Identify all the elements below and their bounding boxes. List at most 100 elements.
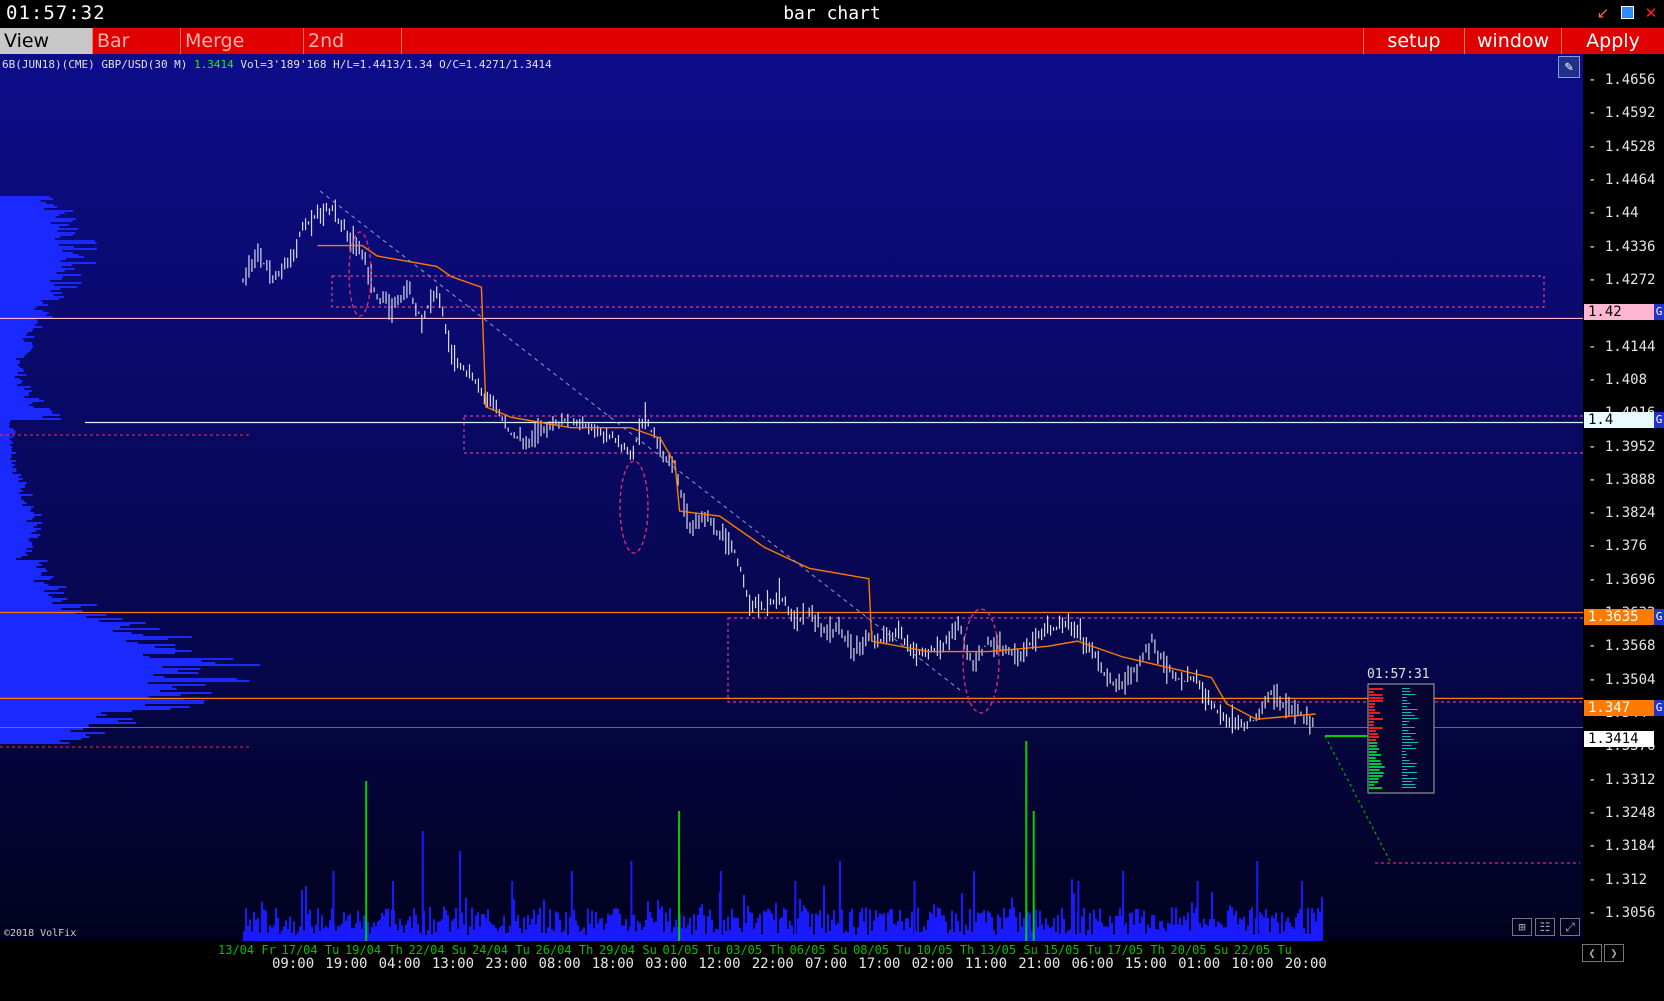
profile-bar [0,650,192,652]
volume-bar [1251,907,1253,941]
volume-bar [927,920,929,941]
volume-bar [1019,912,1021,941]
price-tick: - 1.4592 [1588,105,1656,122]
profile-bar [0,676,165,678]
volume-bar [1127,934,1129,941]
volume-bar [1295,917,1297,941]
volume-bar [895,924,897,941]
volume-bar [1239,918,1241,941]
profile-bar [0,478,23,480]
volume-bar [851,908,853,941]
profile-bar [0,204,54,206]
menu-window[interactable]: window [1465,28,1562,54]
volume-bar [409,916,411,941]
volume-bar [515,920,517,941]
level-label-13635: 1.3635 [1584,609,1654,625]
menu-2nd-chart[interactable]: 2nd Chart [304,28,402,78]
menu-setup[interactable]: setup [1363,28,1465,54]
scroll-left-icon[interactable]: ❮ [1582,944,1602,962]
volume-bar [779,918,781,941]
minimize-icon[interactable]: ↙ [1596,6,1610,21]
mini-dom-bid [1369,694,1383,696]
volume-bar [441,919,443,941]
mini-dom-ask [1402,778,1418,779]
volume-bar [917,907,919,941]
volume-peak [1196,881,1199,941]
volume-bar [1231,907,1233,941]
volume-bar [991,917,993,941]
profile-bar [0,742,70,744]
volume-bar [753,928,755,941]
profile-bar [0,680,250,682]
level-g-14[interactable]: G [1654,412,1664,428]
volume-bar [1207,925,1209,941]
profile-bar [0,236,61,238]
volume-bar [625,919,627,941]
profile-bar [0,268,75,270]
volume-bar [901,921,903,941]
pencil-icon[interactable]: ✎ [1558,56,1580,78]
menu-apply[interactable]: Apply [1562,28,1664,54]
restore-icon[interactable] [1620,6,1634,20]
volume-bar [543,899,545,941]
menu-merge-contr[interactable]: Merge Contr [181,28,304,78]
mini-dom-ask [1402,772,1418,773]
profile-bar [0,728,83,730]
scroll-right-icon[interactable]: ❯ [1604,944,1624,962]
grid-icon[interactable]: ⊞ [1512,918,1532,936]
profile-bar [0,334,27,336]
time-label: 15:00 [1124,956,1167,972]
volume-bar [829,930,831,941]
volume-bar [1173,924,1175,941]
volume-bar [747,905,749,941]
profile-bar [0,644,176,646]
volume-bar [599,918,601,941]
level-g-1347[interactable]: G [1654,700,1664,716]
profile-bar [0,616,87,618]
volume-bar [451,920,453,941]
profile-bar [0,530,37,532]
level-g-13635[interactable]: G [1654,609,1664,625]
mini-dom-ask [1402,781,1413,782]
time-label: 13:00 [431,956,475,972]
palette-icon[interactable]: ☷ [1535,918,1555,936]
copyright: ©2018 VolFix [4,928,77,939]
volume-bar [445,910,447,941]
mini-dom-bid [1369,751,1377,753]
profile-bar [0,564,42,566]
profile-bar [0,200,41,202]
volume-bar [775,902,777,941]
price-chart[interactable] [0,54,1664,1001]
volume-bar [493,924,495,941]
volume-bar [653,922,655,941]
volume-bar [985,922,987,941]
volume-bar [699,907,701,941]
volume-bar [1137,908,1139,941]
profile-bar [0,336,35,338]
profile-bar [0,388,25,390]
date-label: 26/04 Th [535,943,594,957]
volume-bar [799,898,801,941]
volume-bar [1291,926,1293,941]
volume-bar [477,912,479,941]
date-label: 13/05 Su [980,943,1038,957]
profile-bar [0,658,234,660]
mini-dom-ask [1402,763,1417,764]
price-tick: - 1.376 [1588,538,1648,555]
volume-bar [573,909,575,941]
volume-bar [525,929,527,941]
level-g-142[interactable]: G [1654,304,1664,320]
profile-bar [0,208,45,210]
menu-view-dom[interactable]: View DOM [0,28,93,78]
volume-bar [715,928,717,941]
price-tick: - 1.4464 [1588,172,1656,189]
volume-bar [1005,917,1007,941]
fit-icon[interactable]: ⤢ [1560,918,1580,936]
profile-bar [0,450,13,452]
menu-bar-type[interactable]: Bar Type [93,28,181,78]
close-icon[interactable]: ✕ [1644,6,1658,21]
profile-bar [0,438,10,440]
volume-bar [637,920,639,941]
volume-peak [1032,811,1035,941]
date-label: 15/05 Tu [1043,943,1102,957]
